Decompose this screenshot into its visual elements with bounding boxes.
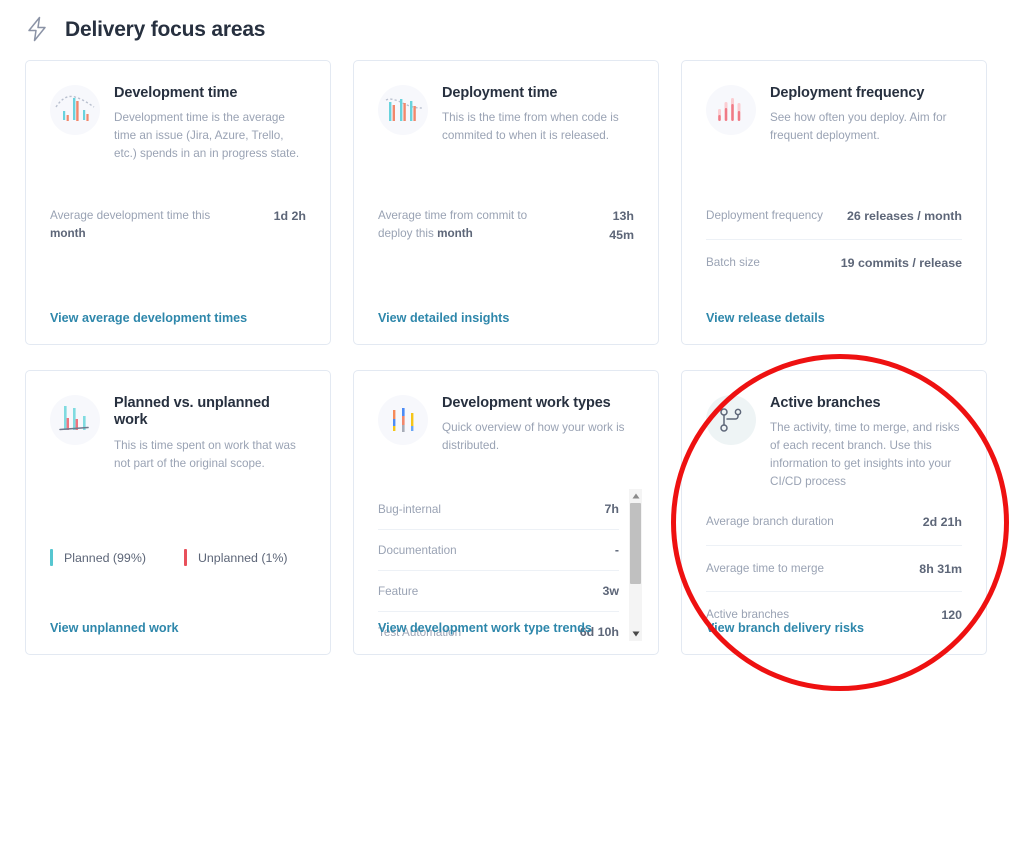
- work-type-label: Feature: [378, 585, 418, 598]
- card-description: This is time spent on work that was not …: [114, 437, 306, 473]
- card-header: Active branches The activity, time to me…: [706, 393, 962, 491]
- metric-value: 120: [941, 606, 962, 625]
- git-branch-icon: [706, 395, 756, 445]
- link-view-unplanned-work[interactable]: View unplanned work: [50, 602, 179, 654]
- metric-value: 19 commits / release: [841, 254, 962, 273]
- metric-label: Average time from commit to deploy this …: [378, 207, 553, 242]
- metrics-list: Average time from commit to deploy this …: [378, 193, 634, 257]
- list-item: Documentation -: [378, 530, 619, 571]
- bar-line-chart-icon: [50, 85, 100, 135]
- card-development-time[interactable]: Development time Development time is the…: [25, 60, 331, 345]
- metric-row: Batch size 19 commits / release: [706, 240, 962, 286]
- metric-label: Average development time this month: [50, 207, 225, 242]
- card-header: Deployment time This is the time from wh…: [378, 83, 634, 145]
- metric-row: Average time to merge 8h 31m: [706, 546, 962, 593]
- card-title: Active branches: [770, 395, 962, 412]
- teal-red-bar-chart-icon: [50, 395, 100, 445]
- legend-swatch-unplanned: [184, 549, 187, 566]
- legend-item-planned: Planned (99%): [50, 549, 146, 566]
- scrollbar-track[interactable]: [629, 503, 642, 627]
- lightning-bolt-icon: [25, 16, 49, 42]
- metric-label: Average branch duration: [706, 513, 834, 531]
- red-bar-chart-icon: [706, 85, 756, 135]
- metric-label: Batch size: [706, 254, 760, 272]
- page-header: Delivery focus areas: [25, 16, 265, 42]
- card-title: Development work types: [442, 395, 634, 412]
- bar-dashed-line-chart-icon: [378, 85, 428, 135]
- metric-label: Deployment frequency: [706, 207, 823, 225]
- page-title: Delivery focus areas: [65, 19, 265, 40]
- metric-value: 1d 2h: [274, 207, 306, 226]
- card-header: Planned vs. unplanned work This is time …: [50, 393, 306, 472]
- metric-value: 8h 31m: [919, 560, 962, 579]
- card-description: The activity, time to merge, and risks o…: [770, 419, 962, 490]
- card-header: Development work types Quick overview of…: [378, 393, 634, 455]
- card-header: Deployment frequency See how often you d…: [706, 83, 962, 145]
- card-development-work-types[interactable]: Development work types Quick overview of…: [353, 370, 659, 655]
- link-view-development-work-type-trends[interactable]: View development work type trends: [378, 602, 592, 654]
- work-type-label: Documentation: [378, 544, 457, 557]
- card-active-branches[interactable]: Active branches The activity, time to me…: [681, 370, 987, 655]
- scroll-up-arrow-icon[interactable]: [629, 489, 642, 503]
- card-title: Development time: [114, 85, 306, 102]
- scroll-down-arrow-icon[interactable]: [629, 627, 642, 641]
- list-item: Bug-internal 7h: [378, 489, 619, 530]
- work-type-value: 7h: [605, 502, 619, 516]
- multicolor-bar-chart-icon: [378, 395, 428, 445]
- card-title: Deployment time: [442, 85, 634, 102]
- metric-row: Average time from commit to deploy this …: [378, 193, 634, 257]
- legend: Planned (99%) Unplanned (1%): [50, 549, 288, 566]
- metric-value: 13h45m: [609, 207, 634, 244]
- delivery-focus-areas-page: Delivery focus areas D: [0, 0, 1012, 863]
- work-type-label: Bug-internal: [378, 503, 441, 516]
- work-type-value: -: [615, 543, 619, 557]
- link-view-average-development-times[interactable]: View average development times: [50, 292, 247, 344]
- metric-label: Average time to merge: [706, 560, 824, 578]
- cards-grid: Development time Development time is the…: [25, 60, 987, 655]
- legend-label: Planned (99%): [64, 551, 146, 565]
- metric-value: 26 releases / month: [847, 207, 962, 226]
- metric-row: Deployment frequency 26 releases / month: [706, 193, 962, 240]
- link-view-detailed-insights[interactable]: View detailed insights: [378, 292, 509, 344]
- link-view-branch-delivery-risks[interactable]: View branch delivery risks: [706, 602, 864, 654]
- scrollbar-thumb[interactable]: [630, 503, 641, 584]
- vertical-scrollbar[interactable]: [629, 489, 642, 641]
- metric-row: Average development time this month 1d 2…: [50, 193, 306, 255]
- metrics-list: Average development time this month 1d 2…: [50, 193, 306, 255]
- legend-swatch-planned: [50, 549, 53, 566]
- card-description: This is the time from when code is commi…: [442, 109, 634, 145]
- card-title: Planned vs. unplanned work: [114, 395, 306, 430]
- work-type-value: 3w: [602, 584, 619, 598]
- card-description: See how often you deploy. Aim for freque…: [770, 109, 962, 145]
- metrics-list: Deployment frequency 26 releases / month…: [706, 193, 962, 285]
- metric-row: Average branch duration 2d 21h: [706, 499, 962, 546]
- card-deployment-frequency[interactable]: Deployment frequency See how often you d…: [681, 60, 987, 345]
- card-title: Deployment frequency: [770, 85, 962, 102]
- card-planned-vs-unplanned-work[interactable]: Planned vs. unplanned work This is time …: [25, 370, 331, 655]
- metric-value: 2d 21h: [923, 513, 962, 532]
- card-description: Development time is the average time an …: [114, 109, 306, 162]
- legend-item-unplanned: Unplanned (1%): [184, 549, 288, 566]
- legend-label: Unplanned (1%): [198, 551, 288, 565]
- link-view-release-details[interactable]: View release details: [706, 292, 825, 344]
- card-header: Development time Development time is the…: [50, 83, 306, 163]
- card-deployment-time[interactable]: Deployment time This is the time from wh…: [353, 60, 659, 345]
- card-description: Quick overview of how your work is distr…: [442, 419, 634, 455]
